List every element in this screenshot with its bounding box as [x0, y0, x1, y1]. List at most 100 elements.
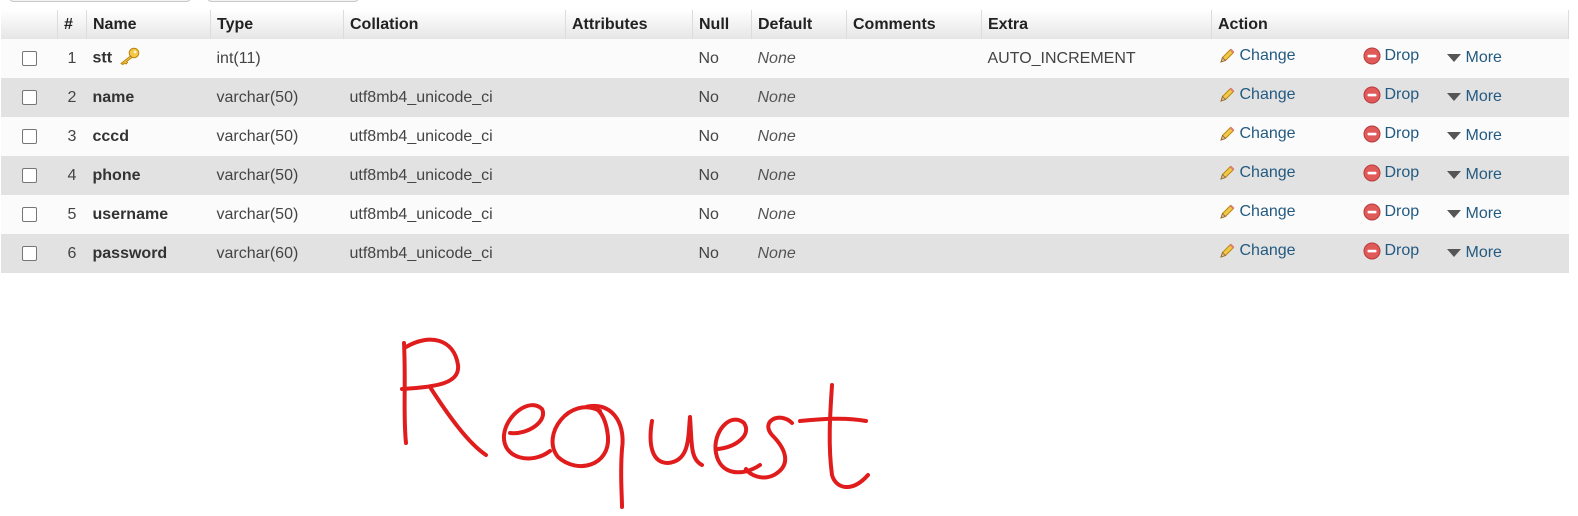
row-checkbox[interactable]: [21, 89, 37, 105]
action-drop-cell: Drop: [1344, 117, 1436, 156]
header-num[interactable]: #: [57, 10, 87, 39]
change-label: Change: [1239, 125, 1296, 142]
header-type[interactable]: Type: [210, 10, 344, 39]
more-button[interactable]: More: [1446, 244, 1502, 262]
field-attributes: [565, 156, 693, 195]
change-button[interactable]: Change: [1218, 164, 1296, 182]
field-comments: [846, 117, 982, 156]
drop-button[interactable]: Drop: [1363, 47, 1420, 65]
field-extra: [981, 234, 1212, 273]
more-button[interactable]: More: [1446, 49, 1502, 67]
field-name-cell: stt: [86, 39, 211, 78]
annotation-stroke-u: [648, 415, 704, 467]
field-name: password: [92, 244, 168, 262]
field-type: int(11): [210, 39, 344, 78]
table-structure: # Name Type Collation Attributes Null De…: [0, 10, 1570, 273]
action-change-cell: Change: [1211, 234, 1345, 273]
action-change-cell: Change: [1211, 117, 1345, 156]
pencil-icon: [1219, 126, 1234, 141]
drop-label: Drop: [1384, 47, 1420, 64]
field-name: name: [92, 88, 135, 106]
row-checkbox[interactable]: [21, 50, 37, 66]
field-name: username: [92, 205, 169, 223]
action-change-cell: Change: [1211, 39, 1345, 78]
more-label: More: [1465, 243, 1502, 261]
more-label: More: [1465, 126, 1502, 144]
more-label: More: [1465, 87, 1502, 105]
change-button[interactable]: Change: [1218, 242, 1296, 260]
table-row: 3 cccd varchar(50) utf8mb4_unicode_ci No None…: [0, 117, 1569, 156]
header-attributes[interactable]: Attributes: [565, 10, 693, 39]
header-row: # Name Type Collation Attributes Null De…: [0, 10, 1570, 39]
annotation-stroke-q: [550, 403, 625, 509]
triangle-down-icon: [1446, 248, 1461, 257]
field-type: varchar(60): [210, 234, 344, 273]
field-null: No: [692, 234, 752, 273]
header-default[interactable]: Default: [751, 10, 847, 39]
more-button[interactable]: More: [1446, 88, 1502, 106]
field-type: varchar(50): [210, 195, 344, 234]
field-attributes: [565, 195, 693, 234]
more-button[interactable]: More: [1446, 205, 1502, 223]
field-name-cell: cccd: [86, 117, 211, 156]
drop-label: Drop: [1384, 125, 1420, 142]
pencil-icon: [1219, 87, 1234, 102]
row-number: 6: [57, 234, 87, 273]
annotation-stroke-e: [501, 403, 552, 461]
action-drop-cell: Drop: [1344, 234, 1436, 273]
field-comments: [846, 156, 982, 195]
annotation-stroke-t-stem: [827, 383, 870, 489]
drop-button[interactable]: Drop: [1363, 125, 1420, 143]
field-comments: [846, 78, 982, 117]
toolbar-button-cut-off[interactable]: [8, 0, 192, 2]
field-name-cell: name: [86, 78, 211, 117]
field-name-cell: username: [86, 195, 211, 234]
header-name[interactable]: Name: [86, 10, 211, 39]
row-checkbox-cell: [0, 117, 58, 156]
field-default: None: [751, 195, 847, 234]
more-button[interactable]: More: [1446, 166, 1502, 184]
row-checkbox[interactable]: [21, 128, 37, 144]
drop-icon: [1363, 164, 1380, 182]
action-drop-cell: Drop: [1344, 78, 1436, 117]
header-collation[interactable]: Collation: [343, 10, 566, 39]
action-change-cell: Change: [1211, 195, 1345, 234]
change-button[interactable]: Change: [1218, 125, 1296, 143]
drop-icon: [1363, 125, 1380, 143]
toolbar-button-cut-off[interactable]: [206, 0, 360, 2]
row-number: 4: [57, 156, 87, 195]
field-extra: AUTO_INCREMENT: [981, 39, 1212, 78]
header-extra[interactable]: Extra: [981, 10, 1212, 39]
field-default: None: [751, 39, 847, 78]
change-button[interactable]: Change: [1218, 47, 1296, 65]
more-button[interactable]: More: [1446, 127, 1502, 145]
drop-button[interactable]: Drop: [1363, 203, 1419, 221]
change-button[interactable]: Change: [1218, 86, 1296, 104]
header-null[interactable]: Null: [692, 10, 752, 39]
row-checkbox[interactable]: [21, 245, 37, 261]
field-extra: [981, 156, 1212, 195]
action-more-cell: More: [1435, 39, 1569, 78]
annotation-stroke-R-leg: [428, 385, 488, 457]
field-attributes: [565, 39, 693, 78]
field-null: No: [692, 39, 752, 78]
drop-icon: [1363, 47, 1380, 65]
drop-button[interactable]: Drop: [1363, 86, 1419, 104]
row-checkbox[interactable]: [21, 167, 37, 183]
header-action: Action: [1210, 10, 1570, 39]
more-label: More: [1465, 165, 1502, 183]
annotation-stroke-e2: [713, 417, 762, 475]
drop-label: Drop: [1384, 242, 1420, 259]
row-checkbox[interactable]: [21, 206, 37, 222]
field-attributes: [565, 234, 693, 273]
header-comments[interactable]: Comments: [846, 10, 982, 39]
field-default: None: [751, 156, 847, 195]
field-extra: [981, 78, 1212, 117]
drop-button[interactable]: Drop: [1363, 164, 1419, 182]
drop-button[interactable]: Drop: [1363, 242, 1420, 260]
change-button[interactable]: Change: [1218, 203, 1296, 221]
action-more-cell: More: [1435, 156, 1569, 195]
field-comments: [846, 39, 982, 78]
annotation-stroke-R-bowl: [400, 337, 461, 391]
field-attributes: [565, 117, 693, 156]
